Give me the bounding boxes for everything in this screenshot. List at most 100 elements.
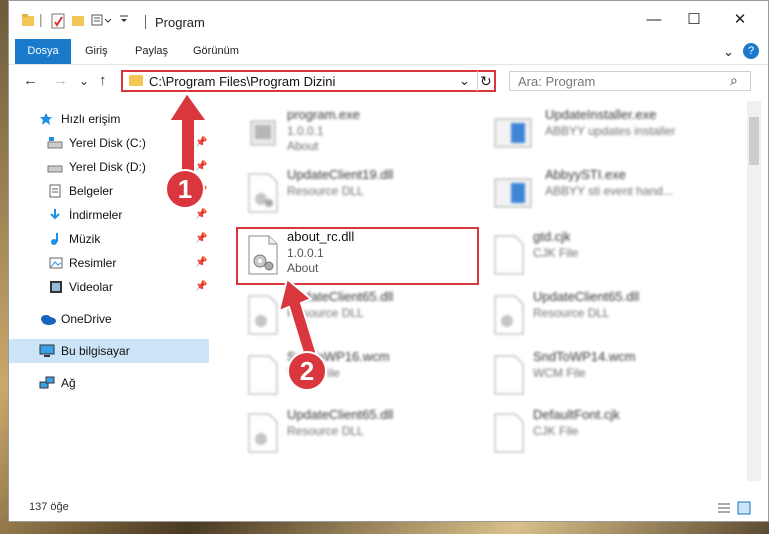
sidebar-item-music[interactable]: Müzik 📌 [9, 227, 209, 251]
navigation-bar: ← → ⌄ ↑ C:\Program Files\Program Dizini … [9, 65, 768, 97]
tab-file[interactable]: Dosya [15, 39, 71, 64]
refresh-button[interactable]: ↻ [480, 73, 492, 90]
address-bar[interactable]: C:\Program Files\Program Dizini ⌄ ↻ [121, 70, 496, 92]
file-name: UpdateClient65.dll [533, 289, 640, 304]
pin-icon[interactable]: 📌 [195, 203, 207, 227]
app-icon [493, 173, 532, 213]
window-title: Program [155, 15, 205, 30]
tab-view[interactable]: Görünüm [193, 39, 239, 64]
status-bar: 137 öğe [9, 499, 768, 521]
list-item[interactable]: DefaultFont.cjk CJK File [487, 407, 727, 463]
document-icon [49, 184, 63, 198]
sidebar-item-this-pc[interactable]: Bu bilgisayar [9, 339, 209, 363]
list-item[interactable]: UpdateClient65.dll Resource DLL [241, 407, 481, 463]
pin-icon[interactable]: 📌 [195, 227, 207, 251]
app-icon [493, 113, 532, 153]
properties-icon[interactable] [51, 13, 65, 29]
sidebar-item-label: İndirmeler [69, 208, 123, 222]
file-name: DefaultFont.cjk [533, 407, 620, 422]
picture-icon [49, 256, 63, 270]
vertical-scrollbar[interactable] [747, 101, 761, 481]
file-detail: CJK File [533, 246, 579, 260]
folder-icon [129, 75, 143, 86]
file-detail: WCM File [533, 366, 586, 380]
back-button[interactable]: ← [23, 72, 38, 89]
list-item[interactable]: UpdateInstaller.exe ABBYY updates instal… [487, 107, 727, 163]
list-item[interactable]: AbbyySTI.exe ABBYY sti event hand... [487, 167, 727, 223]
details-view-icon[interactable] [717, 501, 731, 515]
maximize-button[interactable]: ☐ [679, 9, 709, 31]
ribbon-expand-button[interactable]: ⌄ [723, 39, 734, 64]
close-button[interactable]: ✕ [725, 9, 755, 31]
new-folder-icon[interactable] [71, 13, 85, 27]
recent-locations-button[interactable]: ⌄ [79, 74, 89, 88]
tab-home[interactable]: Giriş [85, 39, 108, 64]
list-item[interactable]: SndToWP14.wcm WCM File [487, 349, 727, 405]
cloud-icon [39, 312, 56, 326]
file-name: SndToWP14.wcm [533, 349, 636, 364]
sidebar-item-label: Müzik [69, 232, 101, 246]
search-input[interactable]: Ara: Program [518, 74, 595, 89]
scrollbar-thumb[interactable] [749, 117, 759, 165]
download-icon [49, 208, 63, 222]
star-icon [39, 112, 53, 126]
list-item[interactable]: program.exe 1.0.0.1 About [241, 107, 481, 163]
dll-icon [247, 173, 279, 213]
file-name: AbbyySTI.exe [545, 167, 626, 182]
sidebar-item-label: Resimler [69, 256, 117, 270]
drive-icon [47, 136, 63, 150]
step-badge-1: 1 [165, 169, 205, 209]
sidebar-item-label: Bu bilgisayar [61, 344, 130, 358]
sidebar-item-label: Belgeler [69, 184, 114, 198]
sidebar-item-network[interactable]: Ağ [9, 371, 209, 395]
sidebar-item-label: Videolar [69, 280, 113, 294]
pin-icon[interactable]: 📌 [195, 251, 207, 275]
file-icon [493, 355, 525, 395]
large-icons-view-icon[interactable] [737, 501, 751, 515]
exe-icon [247, 113, 279, 153]
forward-button[interactable]: → [53, 72, 68, 89]
ribbon: Dosya Giriş Paylaş Görünüm ⌄ ? [9, 39, 768, 65]
dll-icon [493, 295, 525, 335]
customize-toolbar-icon[interactable] [91, 13, 115, 27]
network-icon [39, 376, 55, 390]
file-icon [493, 413, 525, 453]
list-item[interactable]: UpdateClient65.dll Resource DLL [487, 289, 727, 345]
file-detail: Resource DLL [287, 184, 364, 198]
sidebar-item-videos[interactable]: Videolar 📌 [9, 275, 209, 299]
sidebar-item-onedrive[interactable]: OneDrive [9, 307, 209, 331]
pin-icon[interactable]: 📌 [195, 275, 207, 299]
search-box[interactable]: Ara: Program ⌕ [509, 71, 751, 91]
search-icon[interactable]: ⌕ [730, 72, 738, 89]
sidebar-item-label: Hızlı erişim [61, 112, 121, 126]
quick-access-dropdown-icon[interactable] [119, 14, 129, 24]
file-detail: CJK File [533, 424, 579, 438]
list-item[interactable]: UpdateClient19.dll Resource DLL [241, 167, 481, 223]
title-divider [145, 15, 146, 29]
folder-icon [21, 13, 35, 27]
file-name: gtd.cjk [533, 229, 571, 244]
file-detail: About [287, 139, 319, 153]
address-dropdown-button[interactable]: ⌄ [459, 73, 470, 89]
computer-icon [39, 344, 55, 358]
up-button[interactable]: ↑ [99, 72, 107, 89]
minimize-button[interactable]: — [639, 9, 669, 31]
file-detail: ABBYY sti event hand... [545, 184, 673, 198]
sidebar-item-pictures[interactable]: Resimler 📌 [9, 251, 209, 275]
tab-share[interactable]: Paylaş [135, 39, 168, 64]
file-icon [493, 235, 525, 275]
file-detail: ABBYY updates installer [545, 124, 676, 138]
file-name: UpdateClient19.dll [287, 167, 394, 182]
title-bar: | Program — ☐ ✕ [9, 1, 768, 39]
file-detail: Resource DLL [533, 306, 610, 320]
title-separator-icon: | [39, 11, 43, 27]
list-item[interactable]: gtd.cjk CJK File [487, 229, 727, 285]
file-detail: Resource DLL [287, 424, 364, 438]
file-name: UpdateInstaller.exe [545, 107, 657, 122]
video-icon [49, 280, 63, 294]
address-path: C:\Program Files\Program Dizini [149, 74, 336, 89]
file-name: program.exe [287, 107, 360, 122]
help-button[interactable]: ? [743, 43, 759, 59]
file-name: UpdateClient65.dll [287, 407, 394, 422]
explorer-window: | Program — ☐ ✕ Dosya Giriş Paylaş Görün… [8, 0, 769, 522]
